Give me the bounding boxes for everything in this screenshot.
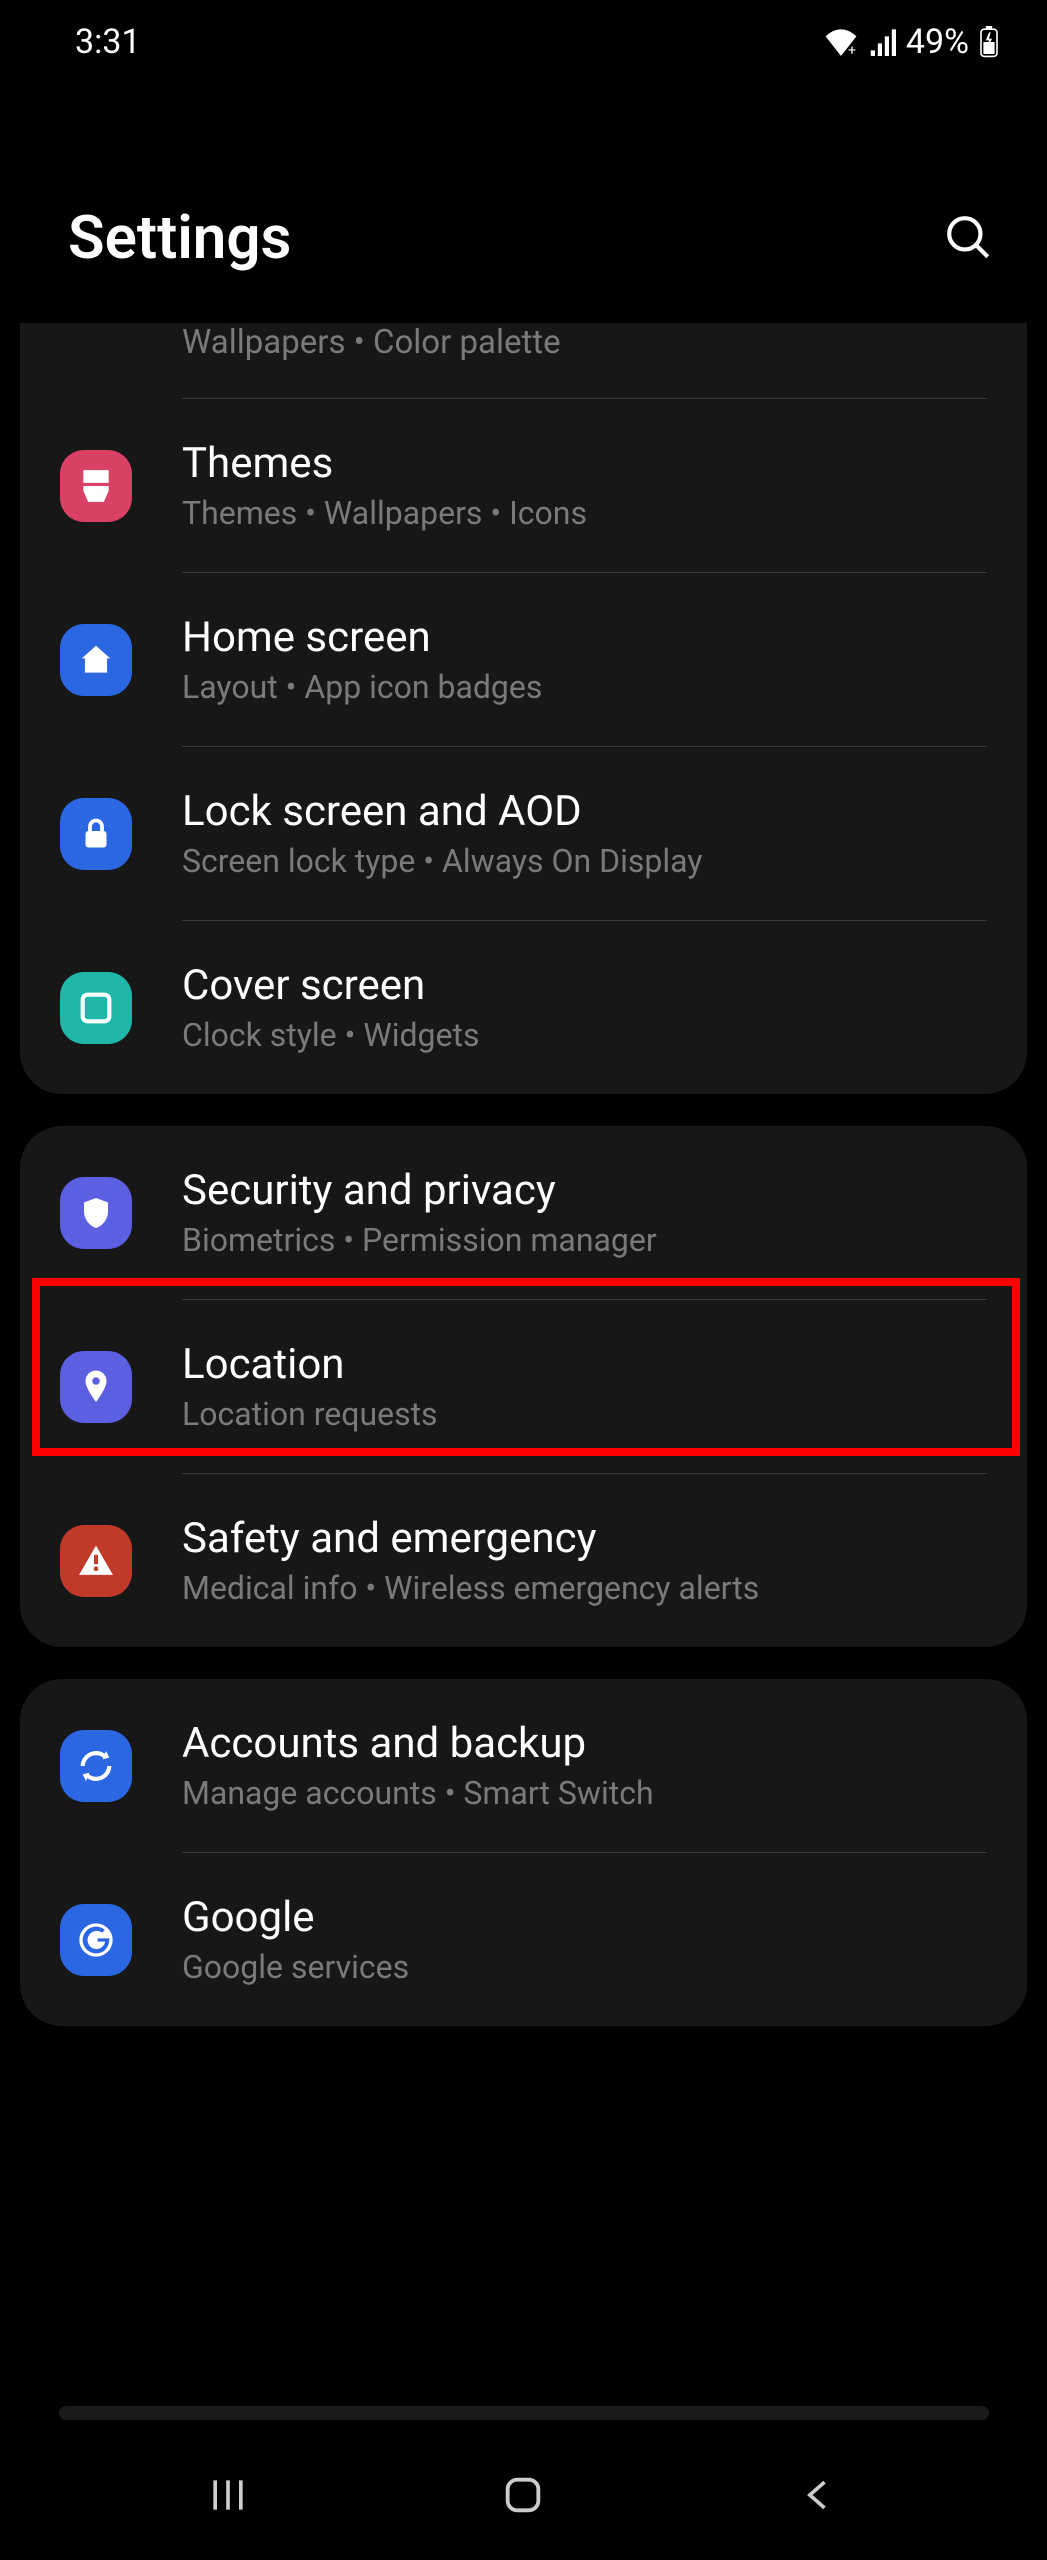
item-title: Lock screen and AOD bbox=[182, 787, 987, 836]
settings-group: Wallpapers • Color palette Themes Themes… bbox=[20, 323, 1027, 1094]
navigation-bar bbox=[0, 2430, 1047, 2560]
settings-group: Accounts and backup Manage accounts • Sm… bbox=[20, 1679, 1027, 2026]
scroll-indicator bbox=[59, 2406, 989, 2420]
alert-icon bbox=[60, 1525, 132, 1597]
item-subtitle: Wallpapers • Color palette bbox=[182, 323, 561, 362]
item-subtitle: Screen lock type • Always On Display bbox=[182, 842, 987, 880]
item-subtitle: Themes • Wallpapers • Icons bbox=[182, 494, 987, 532]
item-subtitle: Medical info • Wireless emergency alerts bbox=[182, 1569, 987, 1607]
svg-text:+: + bbox=[848, 43, 856, 56]
item-title: Google bbox=[182, 1893, 987, 1942]
item-subtitle: Biometrics • Permission manager bbox=[182, 1221, 987, 1259]
item-title: Safety and emergency bbox=[182, 1514, 987, 1563]
google-icon bbox=[60, 1904, 132, 1976]
status-bar: 3:31 + 49% bbox=[0, 0, 1047, 82]
status-right: + 49% bbox=[824, 22, 999, 62]
status-time: 3:31 bbox=[75, 22, 141, 62]
back-button[interactable] bbox=[789, 2465, 849, 2525]
battery-icon bbox=[979, 26, 999, 58]
item-subtitle: Clock style • Widgets bbox=[182, 1016, 987, 1054]
item-title: Accounts and backup bbox=[182, 1719, 987, 1768]
lock-icon bbox=[60, 798, 132, 870]
settings-list: Wallpapers • Color palette Themes Themes… bbox=[0, 323, 1047, 2026]
item-title: Home screen bbox=[182, 613, 987, 662]
list-item-themes[interactable]: Themes Themes • Wallpapers • Icons bbox=[20, 399, 1027, 572]
signal-icon bbox=[868, 28, 896, 56]
settings-group: Security and privacy Biometrics • Permis… bbox=[20, 1126, 1027, 1647]
list-item-cover-screen[interactable]: Cover screen Clock style • Widgets bbox=[20, 921, 1027, 1094]
search-button[interactable] bbox=[943, 212, 995, 264]
sync-icon bbox=[60, 1730, 132, 1802]
home-button[interactable] bbox=[493, 2465, 553, 2525]
battery-percent: 49% bbox=[906, 22, 969, 62]
list-item-location[interactable]: Location Location requests bbox=[20, 1300, 1027, 1473]
item-subtitle: Manage accounts • Smart Switch bbox=[182, 1774, 987, 1812]
list-item-accounts-backup[interactable]: Accounts and backup Manage accounts • Sm… bbox=[20, 1679, 1027, 1852]
list-item-security-privacy[interactable]: Security and privacy Biometrics • Permis… bbox=[20, 1126, 1027, 1299]
page-title: Settings bbox=[68, 202, 291, 273]
brush-icon bbox=[60, 450, 132, 522]
wifi-icon: + bbox=[824, 28, 858, 56]
list-item-lock-screen[interactable]: Lock screen and AOD Screen lock type • A… bbox=[20, 747, 1027, 920]
header: Settings bbox=[0, 82, 1047, 323]
item-subtitle: Location requests bbox=[182, 1395, 987, 1433]
list-item-home-screen[interactable]: Home screen Layout • App icon badges bbox=[20, 573, 1027, 746]
wallpaper-icon bbox=[60, 331, 132, 355]
item-title: Cover screen bbox=[182, 961, 987, 1010]
item-title: Security and privacy bbox=[182, 1166, 987, 1215]
item-title: Themes bbox=[182, 439, 987, 488]
list-item-safety-emergency[interactable]: Safety and emergency Medical info • Wire… bbox=[20, 1474, 1027, 1647]
pin-icon bbox=[60, 1351, 132, 1423]
item-subtitle: Layout • App icon badges bbox=[182, 668, 987, 706]
item-subtitle: Google services bbox=[182, 1948, 987, 1986]
recents-button[interactable] bbox=[198, 2465, 258, 2525]
item-title: Location bbox=[182, 1340, 987, 1389]
home-icon bbox=[60, 624, 132, 696]
list-item-partial[interactable]: Wallpapers • Color palette bbox=[20, 323, 1027, 398]
cover-icon bbox=[60, 972, 132, 1044]
list-item-google[interactable]: Google Google services bbox=[20, 1853, 1027, 2026]
shield-icon bbox=[60, 1177, 132, 1249]
